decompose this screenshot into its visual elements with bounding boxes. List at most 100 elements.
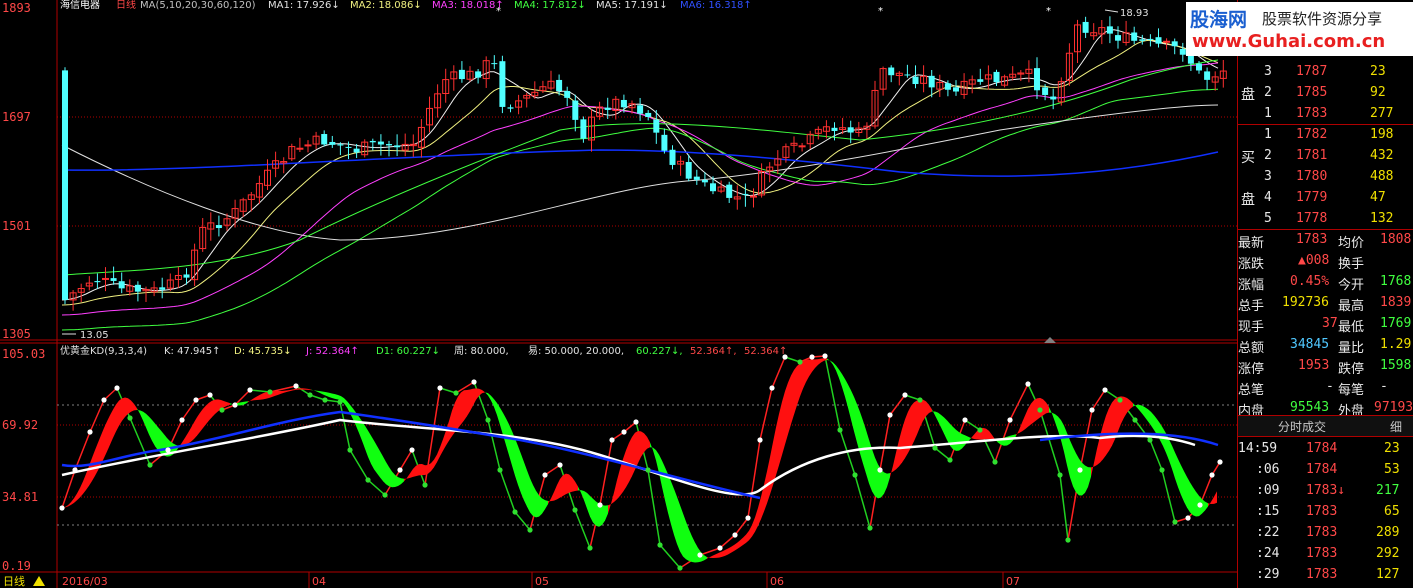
kd-ribbon (536, 490, 539, 518)
kline-chart[interactable]: 1893 1697 1501 1305 105.03 69.92 34.81 0… (0, 0, 1237, 588)
kd-dot (1102, 387, 1108, 393)
candle-body (110, 278, 117, 281)
kd-dot (293, 383, 299, 389)
kd-dot (232, 402, 238, 408)
kd-dot (337, 399, 343, 405)
time-label: 07 (1006, 575, 1020, 588)
candle-body (710, 183, 716, 192)
kd-dot (59, 505, 65, 511)
kd-ribbon (1106, 408, 1109, 456)
candle-body (928, 75, 935, 88)
candle-body (386, 144, 392, 146)
kd-ribbon (905, 411, 908, 459)
kd-dot (657, 542, 663, 548)
kd-ribbon (788, 375, 791, 435)
candle-body (977, 79, 984, 82)
stat-row: 总手 192736 最高 1839 (1238, 295, 1412, 314)
kd-dot (1197, 502, 1203, 508)
kd-ribbon (875, 457, 878, 499)
tick-row[interactable]: :09 1783↓ 217 (1238, 481, 1413, 502)
candle-body (1204, 71, 1211, 80)
candle-body (645, 112, 652, 118)
kd-d1-value: D1: 60.227↓ (376, 346, 440, 357)
candle-body (1179, 48, 1186, 55)
kd-dot (72, 467, 78, 473)
time-label: 2016/03 (62, 575, 108, 588)
candle-body (369, 140, 376, 143)
kd-dot (947, 457, 953, 463)
buy-order-row[interactable]: 盘 4 1779 47 (1238, 188, 1413, 209)
buy-order-row[interactable]: 买 2 1781 432 (1238, 146, 1413, 167)
sell-order-row[interactable]: 1 1783 277 (1238, 104, 1413, 125)
kd-dot (437, 385, 443, 391)
ticks-tab-bar: 分时成交 细 (1238, 415, 1413, 437)
kd-dot (542, 472, 548, 478)
candle-body (685, 161, 692, 179)
kd-ribbon (518, 446, 521, 494)
kd-ribbon (128, 398, 131, 414)
kd-dot (837, 427, 843, 433)
kd-dot (645, 467, 651, 473)
tab-ticks[interactable]: 分时成交 (1278, 418, 1326, 435)
candle-body (904, 74, 911, 76)
stat-row: 涨停 1953 跌停 1598 (1238, 358, 1412, 377)
kd-ribbon (302, 388, 305, 390)
price-axis-label: 1305 (2, 327, 31, 341)
tick-row[interactable]: :24 1783 292 (1238, 544, 1413, 565)
kd-ribbon (881, 469, 884, 498)
sell-order-row[interactable]: 3 1787 23 (1238, 62, 1413, 83)
kd-v3-value: 52.364↑ (744, 346, 787, 357)
indicator-axis-label: 105.03 (2, 347, 45, 361)
candle-body (742, 193, 749, 195)
ma4-value: MA4: 17.812↓ (514, 0, 586, 11)
candle-body (1115, 35, 1121, 41)
kd-week-value: 周: 80.000, (454, 345, 509, 357)
candle-body (475, 71, 482, 78)
candle-body (1106, 26, 1113, 34)
kd-v1-value: 60.227↓, (636, 346, 683, 357)
kd-ribbon (335, 394, 338, 400)
candle-body (580, 119, 587, 139)
kd-dot (193, 397, 199, 403)
candle-body (556, 79, 563, 92)
kd-dot (267, 389, 273, 395)
marker-star: * (878, 6, 883, 17)
buy-order-row[interactable]: 3 1780 488 (1238, 167, 1413, 188)
kd-ribbon (1076, 453, 1079, 496)
kd-ribbon (959, 432, 962, 451)
candle-body (847, 127, 854, 133)
kd-dot (471, 379, 477, 385)
buy-order-row[interactable]: 1 1782 198 (1238, 125, 1413, 146)
tick-row[interactable]: :22 1783 289 (1238, 523, 1413, 544)
kd-dot (1159, 467, 1165, 473)
kd-ribbon (677, 496, 680, 552)
candle-body (337, 144, 344, 146)
candle-body (377, 141, 384, 145)
kd-d-value: D: 45.735↓ (234, 346, 292, 357)
kd-ribbon (1082, 462, 1085, 496)
buy-side-label: 盘 (1241, 192, 1255, 208)
kd-dot (932, 445, 938, 451)
tick-row[interactable]: :06 1784 53 (1238, 460, 1413, 481)
buy-order-row[interactable]: 5 1778 132 (1238, 209, 1413, 230)
sell-order-row[interactable]: 盘 2 1785 92 (1238, 83, 1413, 104)
candle-body (353, 148, 360, 153)
kd-dot (382, 492, 388, 498)
kd-ribbon (1034, 398, 1037, 423)
kd-ribbon (563, 473, 566, 496)
tab-detail[interactable]: 细 (1390, 418, 1402, 435)
candle-body (750, 195, 757, 198)
kd-dot (1147, 437, 1153, 443)
candle-body (345, 146, 352, 148)
tick-row[interactable]: :15 1783 65 (1238, 502, 1413, 523)
indicator-name: 优黄金KD(9,3,3,4) (60, 344, 147, 357)
kd-dot (179, 417, 185, 423)
period-button[interactable]: 日线 (3, 574, 25, 588)
kd-ribbon (593, 498, 596, 526)
tick-row[interactable]: 14:59 1784 23 (1238, 439, 1413, 460)
tick-row[interactable]: :29 1783 127 (1238, 565, 1413, 586)
kd-ribbon (1187, 477, 1190, 513)
candle-body (701, 179, 708, 183)
candle-body (1171, 41, 1178, 47)
time-label: 04 (312, 575, 326, 588)
